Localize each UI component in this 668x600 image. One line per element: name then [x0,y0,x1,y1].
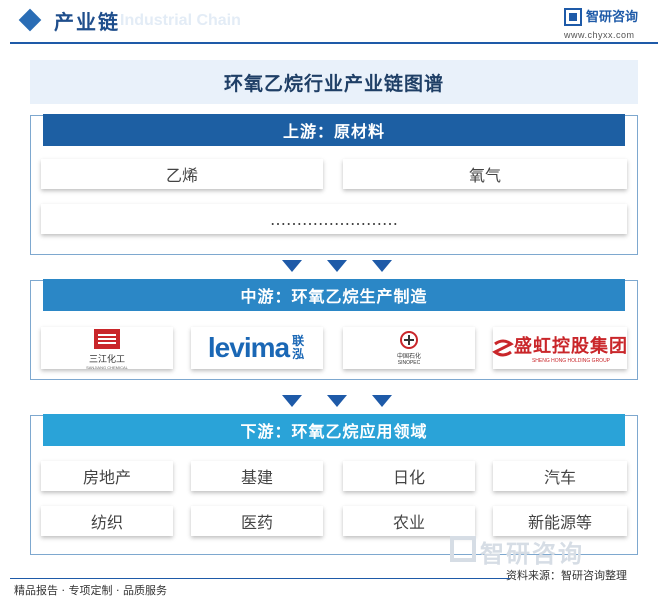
footer-tagline: 精品报告 · 专项定制 · 品质服务 [14,584,167,597]
brand-url: www.chyxx.com [564,30,635,40]
footer-divider [10,578,510,579]
downstream-item: 新能源等 [493,506,627,536]
diamond-icon [18,8,42,32]
watermark-brand: 智研咨询 [480,540,584,568]
section-title-en: Industrial Chain [120,12,241,29]
levima-logo: levima 联泓 [208,332,306,364]
page-title: 环氧乙烷行业产业链图谱 [223,72,444,95]
company-card-sinopec: 中国石化 SINOPEC [343,327,475,369]
shenghong-mark-icon [492,339,514,357]
down-arrow-icon [282,395,302,407]
down-arrow-icon [327,395,347,407]
sanjiang-sub: SANJIANG CHEMICAL [86,364,128,370]
levima-wordmark: levima [207,332,290,363]
downstream-item: 汽车 [493,461,627,491]
watermark-logo-icon [450,536,476,562]
downstream-item: 日化 [343,461,475,491]
shenghong-en: SHENG HONG HOLDING GROUP [531,358,611,364]
brand-name: 智研咨询 [586,10,639,25]
company-card-levima: levima 联泓 [191,327,323,369]
down-arrow-icon [327,260,347,272]
upstream-item-ethylene: 乙烯 [41,159,323,189]
downstream-item: 医药 [191,506,323,536]
midstream-heading: 中游：环氧乙烷生产制造 [43,279,625,311]
upstream-item-more: …………………… [41,204,627,234]
sinopec-en: SINOPEC [397,359,421,366]
down-arrow-icon [282,260,302,272]
source-note: 资料来源：智研咨询整理 [506,569,627,582]
midstream-panel: 中游：环氧乙烷生产制造 三江化工 SANJIANG CHEMICAL levim… [30,279,638,380]
down-arrow-icon [372,260,392,272]
sinopec-cn: 中国石化 [396,352,421,360]
downstream-heading: 下游：环氧乙烷应用领域 [43,414,625,446]
downstream-item: 农业 [343,506,475,536]
brand-logo-icon [564,8,582,26]
shenghong-logo: 盛虹控股集团 SHENG HONG HOLDING GROUP [492,332,628,364]
sanjiang-mark-icon [93,328,120,349]
upstream-panel: 上游：原材料 乙烯 氧气 …………………… [30,114,638,255]
sanjiang-name: 三江化工 [88,354,125,365]
shenghong-cn: 盛虹控股集团 [514,336,628,357]
downstream-item: 基建 [191,461,323,491]
flow-arrows-1 [282,260,392,274]
header-divider [10,42,658,44]
sinopec-logo: 中国石化 SINOPEC [396,330,421,366]
section-title: 产业链 [54,10,120,34]
company-card-sanjiang: 三江化工 SANJIANG CHEMICAL [41,327,173,370]
title-band: 环氧乙烷行业产业链图谱 [30,60,638,104]
header: Industrial Chain 产业链 智研咨询 www.chyxx.com [0,0,668,40]
downstream-item: 房地产 [41,461,173,491]
flow-arrows-2 [282,395,392,409]
upstream-heading: 上游：原材料 [43,114,625,146]
company-card-shenghong: 盛虹控股集团 SHENG HONG HOLDING GROUP [492,327,628,369]
down-arrow-icon [372,395,392,407]
sinopec-mark-icon [399,330,418,349]
levima-cn: 联泓 [292,334,305,361]
sanjiang-logo: 三江化工 SANJIANG CHEMICAL [86,327,128,370]
downstream-item: 纺织 [41,506,173,536]
upstream-item-oxygen: 氧气 [343,159,627,189]
